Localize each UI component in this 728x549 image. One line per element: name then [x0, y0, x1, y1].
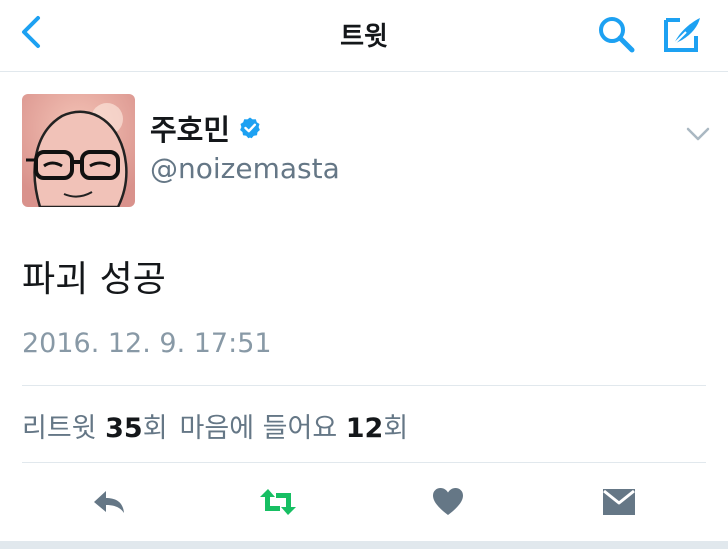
tweet-timestamp: 2016. 12. 9. 17:51	[22, 328, 272, 359]
chevron-down-icon[interactable]	[684, 124, 712, 144]
retweet-icon	[260, 489, 296, 515]
like-label: 마음에 들어요	[179, 413, 338, 444]
avatar[interactable]	[22, 94, 135, 207]
like-unit: 회	[383, 413, 409, 444]
search-icon[interactable]	[596, 14, 636, 54]
retweet-label: 리트윗	[22, 413, 97, 444]
heart-icon	[433, 488, 463, 515]
like-stat[interactable]: 마음에 들어요 12회	[180, 413, 409, 444]
tweet-text: 파괴 성공	[22, 259, 166, 300]
author-handle[interactable]: @noizemasta	[150, 152, 340, 185]
tweet-stats: 리트윗 35회 마음에 들어요 12회	[22, 406, 408, 445]
author-row[interactable]: 주호민	[150, 108, 262, 148]
retweet-button[interactable]	[258, 485, 298, 519]
direct-message-button[interactable]	[599, 485, 639, 519]
verified-badge-icon	[240, 117, 260, 139]
tweet-actions	[0, 463, 728, 541]
author-name[interactable]: 주호민	[150, 107, 230, 149]
compose-tweet-icon[interactable]	[660, 14, 704, 54]
reply-button[interactable]	[89, 485, 129, 519]
retweet-unit: 회	[142, 413, 168, 444]
retweet-stat[interactable]: 리트윗 35회	[22, 413, 168, 444]
section-separator	[0, 541, 728, 549]
retweet-count: 35	[105, 413, 143, 444]
navigation-bar: 트윗	[0, 0, 728, 72]
like-button[interactable]	[428, 485, 468, 519]
reply-icon	[94, 491, 124, 513]
direct-message-icon	[603, 489, 635, 515]
divider	[22, 385, 706, 386]
like-count: 12	[345, 413, 384, 444]
